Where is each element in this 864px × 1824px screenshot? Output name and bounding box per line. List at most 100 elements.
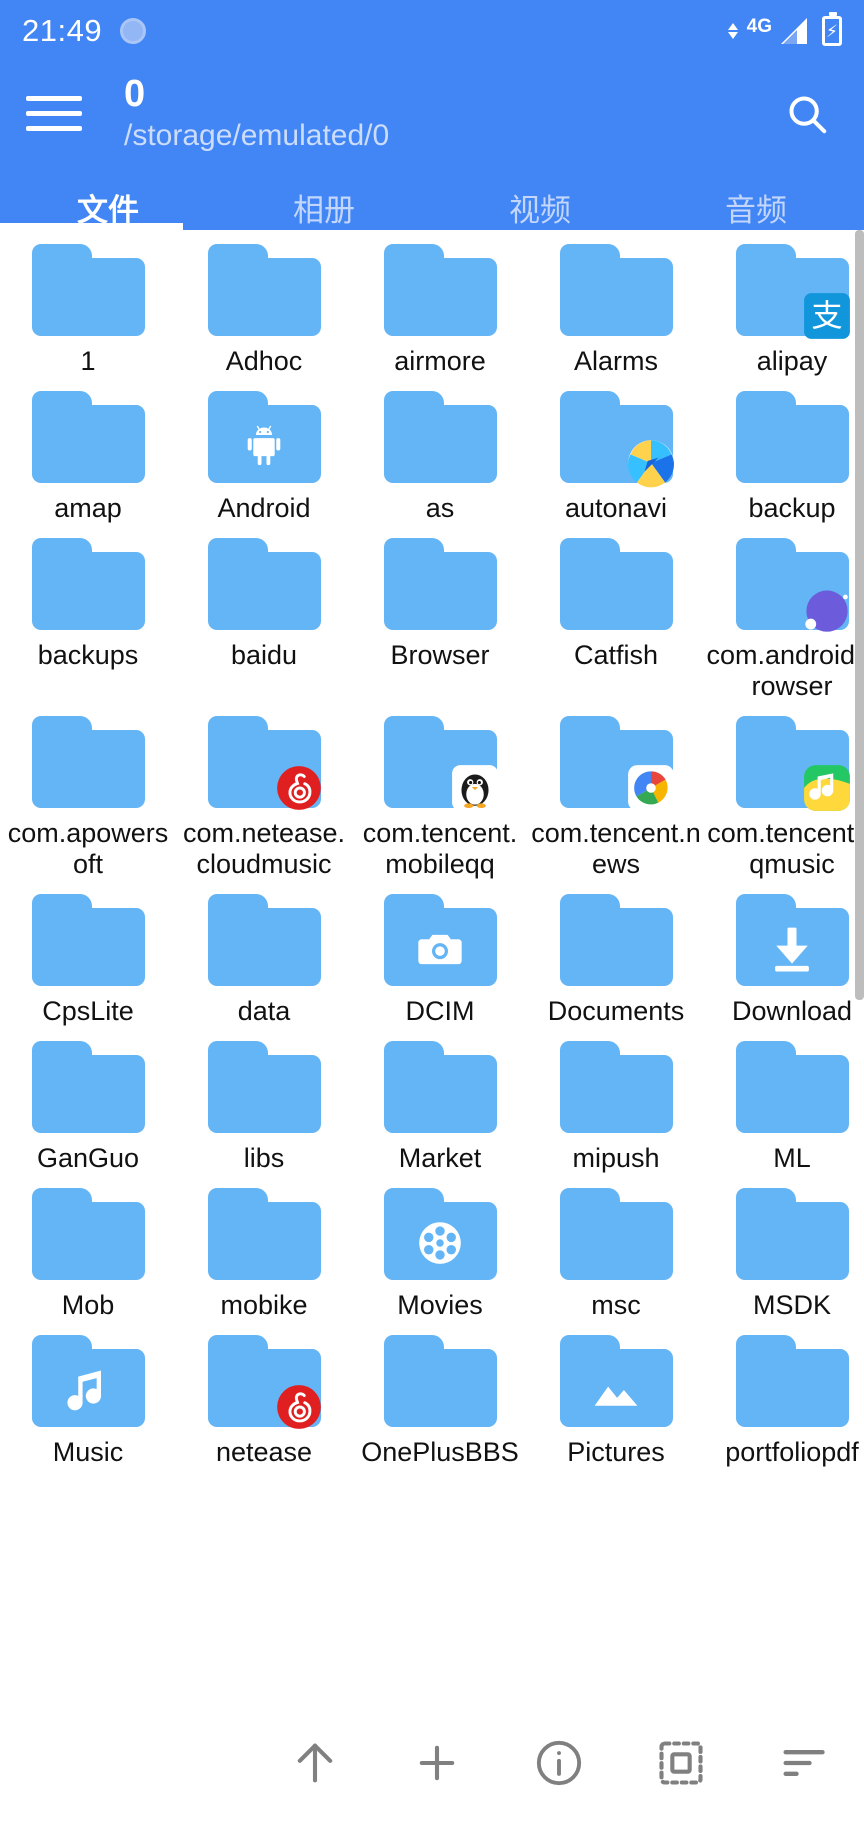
vertical-scrollbar[interactable] [855,230,864,1000]
browser-purple-icon [801,584,853,636]
file-grid-item[interactable]: amap [0,391,176,524]
file-grid-item[interactable]: MSDK [704,1188,864,1321]
hamburger-menu-icon[interactable] [26,83,88,145]
folder-icon [383,716,498,811]
file-manager-screen: 21:49 4G ⚡ 0 /storage/emulated/0 文件 相册 视… [0,0,864,1824]
folder-icon [383,244,497,336]
file-grid-item[interactable]: 支 alipay [704,244,864,377]
file-grid-item[interactable]: mipush [528,1041,704,1174]
alipay-icon: 支 [801,290,853,342]
file-name-label: 1 [80,346,96,376]
file-grid-item[interactable]: airmore [352,244,528,377]
file-name-label: DCIM [405,996,475,1026]
file-grid-item[interactable]: com.netease.cloudmusic [176,716,352,880]
file-grid-item[interactable]: Movies [352,1188,528,1321]
file-grid-item[interactable]: Documents [528,894,704,1027]
file-grid-item[interactable]: as [352,391,528,524]
data-transfer-arrows-icon [727,23,738,39]
file-name-label: libs [243,1143,285,1173]
file-name-label: baidu [230,640,298,670]
file-name-label: as [425,493,455,523]
bottom-toolbar [0,1702,864,1824]
up-arrow-icon[interactable] [284,1732,346,1794]
file-grid-item[interactable]: Browser [352,538,528,702]
file-name-label: com.tencent.mobileqq [362,818,518,879]
file-grid-item[interactable]: OnePlusBBS [352,1335,528,1468]
file-name-label: msc [591,1290,641,1320]
file-name-label: Android [217,493,311,523]
file-grid-item[interactable]: com.tencent.qqmusic [704,716,864,880]
file-grid-item[interactable]: msc [528,1188,704,1321]
folder-icon [207,716,321,810]
file-name-label: com.android.browser [706,640,864,701]
folder-icon [383,391,497,483]
file-name-label: Market [398,1143,482,1173]
file-grid-item[interactable]: com.android.browser [704,538,864,702]
folder-icon [559,391,674,488]
file-name-label: Music [52,1437,124,1467]
folder-icon [559,716,674,811]
file-grid-item[interactable]: libs [176,1041,352,1174]
file-name-label: Adhoc [225,346,303,376]
file-name-label: autonavi [564,493,668,523]
info-icon[interactable] [528,1732,590,1794]
file-grid-item[interactable]: backup [704,391,864,524]
folder-icon [559,1041,673,1133]
tab-bar: 文件 相册 视频 音频 [0,185,864,230]
tab-audio[interactable]: 音频 [648,185,864,230]
file-grid-item[interactable]: Download [704,894,864,1027]
file-grid-item[interactable]: autonavi [528,391,704,524]
file-grid-item[interactable]: Adhoc [176,244,352,377]
select-all-icon[interactable] [650,1732,712,1794]
file-grid-item[interactable]: ML [704,1041,864,1174]
search-icon[interactable] [776,83,838,145]
sort-icon[interactable] [772,1732,834,1794]
android-robot-icon [233,415,295,477]
camera-icon [409,918,471,980]
file-grid-item[interactable]: GanGuo [0,1041,176,1174]
file-grid-item[interactable]: data [176,894,352,1027]
folder-icon [559,244,673,336]
file-name-label: ML [773,1143,811,1173]
folder-icon [559,1188,673,1280]
folder-icon [559,894,673,986]
tab-albums[interactable]: 相册 [216,185,432,230]
file-name-label: airmore [394,346,486,376]
file-name-label: Pictures [567,1437,665,1467]
file-grid-item[interactable]: com.tencent.mobileqq [352,716,528,880]
file-grid-item[interactable]: Catfish [528,538,704,702]
file-name-label: Mob [61,1290,115,1320]
file-grid-item[interactable]: com.apowersoft [0,716,176,880]
file-grid-item[interactable]: portfoliopdf [704,1335,864,1468]
status-bar: 21:49 4G ⚡ [0,0,864,62]
file-grid-item[interactable]: baidu [176,538,352,702]
plus-icon[interactable] [406,1732,468,1794]
folder-icon [207,244,321,336]
file-grid-item[interactable]: Market [352,1041,528,1174]
folder-icon [383,538,497,630]
folder-icon [735,391,849,483]
folder-icon [207,538,321,630]
file-grid-item[interactable]: DCIM [352,894,528,1027]
file-name-label: com.tencent.news [531,818,701,879]
file-grid-item[interactable]: netease [176,1335,352,1468]
network-type-label: 4G [746,16,772,37]
file-grid-item[interactable]: Music [0,1335,176,1468]
file-grid-container[interactable]: 1 Adhoc airmore Alarms 支 alipay amap Android as a… [0,230,864,1702]
file-grid-item[interactable]: backups [0,538,176,702]
file-grid-item[interactable]: com.tencent.news [528,716,704,880]
file-grid-item[interactable]: mobike [176,1188,352,1321]
file-grid-item[interactable]: Android [176,391,352,524]
file-grid-item[interactable]: CpsLite [0,894,176,1027]
page-title: 0 [124,72,146,115]
file-grid-item[interactable]: Pictures [528,1335,704,1468]
file-grid-item[interactable]: Mob [0,1188,176,1321]
folder-icon [735,1335,849,1427]
tab-audio-label: 音频 [725,193,787,228]
file-grid-item[interactable]: 1 [0,244,176,377]
mountain-picture-icon [585,1359,647,1421]
svg-text:支: 支 [811,298,842,333]
folder-icon [735,1188,849,1280]
file-grid-item[interactable]: Alarms [528,244,704,377]
tab-videos[interactable]: 视频 [432,185,648,230]
